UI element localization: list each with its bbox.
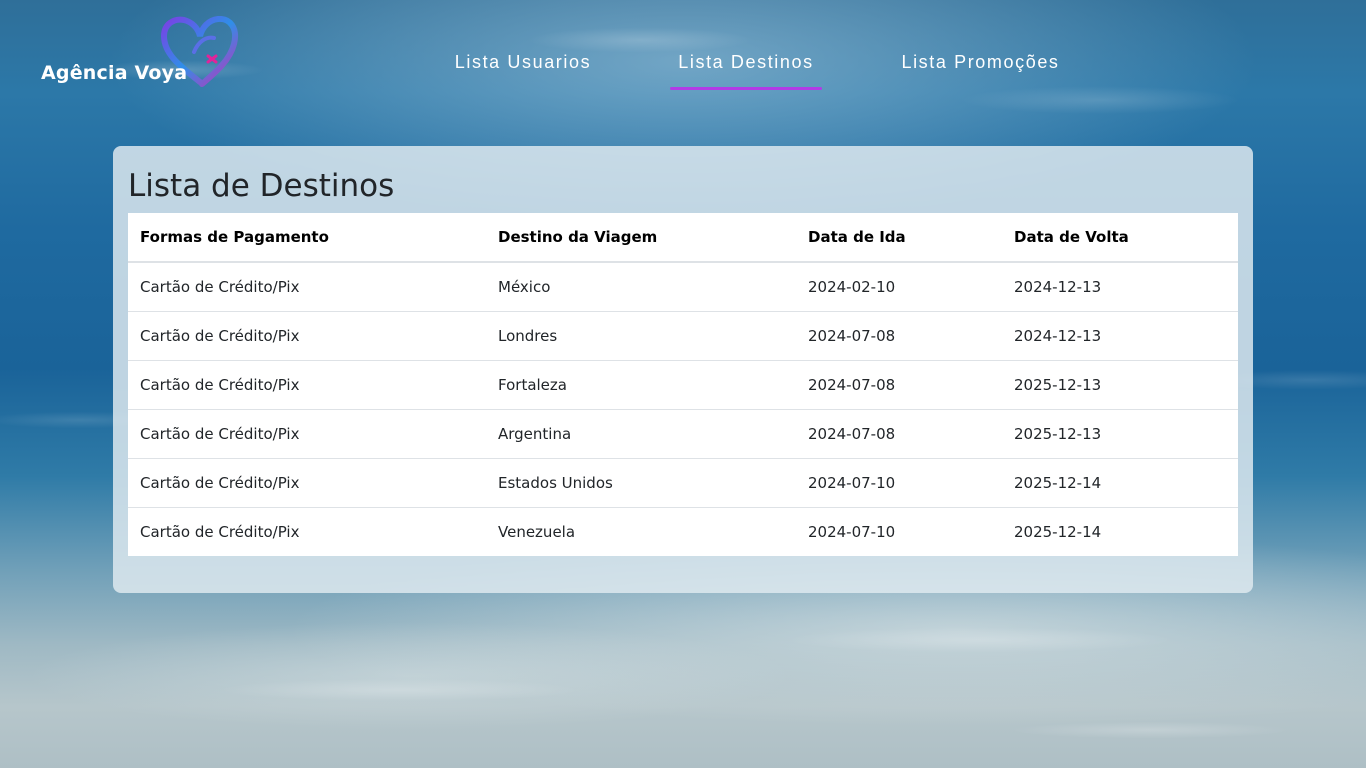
column-header-data-de-volta: Data de Volta [1002,213,1238,263]
destination-cell: Londres [486,311,796,361]
table-header-row: Formas de Pagamento Destino da Viagem Da… [128,213,1238,263]
main-nav: Lista Usuarios Lista Destinos Lista Prom… [0,0,1366,100]
destination-cell: Estados Unidos [486,458,796,508]
nav-link-lista-promocoes[interactable]: Lista Promoções [893,52,1068,90]
departure-date-cell: 2024-07-10 [796,458,1002,508]
payment-cell: Cartão de Crédito/Pix [128,360,486,410]
column-header-data-de-ida: Data de Ida [796,213,1002,263]
payment-cell: Cartão de Crédito/Pix [128,458,486,508]
return-date-cell: 2025-12-13 [1002,409,1238,459]
destination-cell: Venezuela [486,507,796,556]
payment-cell: Cartão de Crédito/Pix [128,311,486,361]
destinations-table: Formas de Pagamento Destino da Viagem Da… [128,213,1238,556]
payment-cell: Cartão de Crédito/Pix [128,409,486,459]
nav-link-lista-usuarios[interactable]: Lista Usuarios [447,52,599,90]
column-header-formas-de-pagamento: Formas de Pagamento [128,213,486,263]
payment-cell: Cartão de Crédito/Pix [128,507,486,556]
table-row: Cartão de Crédito/Pix Londres 2024-07-08… [128,311,1238,361]
table-row: Cartão de Crédito/Pix Argentina 2024-07-… [128,409,1238,459]
table-row: Cartão de Crédito/Pix Estados Unidos 202… [128,458,1238,508]
departure-date-cell: 2024-02-10 [808,278,896,296]
nav-link-lista-destinos[interactable]: Lista Destinos [670,52,822,90]
page-title: Lista de Destinos [128,168,395,204]
site-header: Agência Voya Lista Usuarios Lista Destin… [0,0,1366,120]
return-date-cell: 2024-12-13 [1014,278,1102,296]
return-date-cell: 2024-12-13 [1002,311,1238,361]
destination-cell: Argentina [486,409,796,459]
departure-date-cell: 2024-07-10 [796,507,1002,556]
departure-date-cell: 2024-07-08 [796,360,1002,410]
table-row: Cartão de Crédito/Pix Venezuela 2024-07-… [128,507,1238,556]
return-date-cell: 2025-12-14 [1002,507,1238,556]
return-date-cell: 2025-12-13 [1002,360,1238,410]
departure-date-cell: 2024-07-08 [796,311,1002,361]
destination-cell: México [498,278,551,296]
destinations-panel: Lista de Destinos Formas de Pagamento De… [113,146,1253,593]
payment-cell: Cartão de Crédito/Pix [140,278,300,296]
return-date-cell: 2025-12-14 [1002,458,1238,508]
table-row: Cartão de Crédito/Pix Fortaleza 2024-07-… [128,360,1238,410]
destination-cell: Fortaleza [486,360,796,410]
column-header-destino-da-viagem: Destino da Viagem [486,213,796,263]
table-row: Cartão de Crédito/Pix México 2024-02-10 … [128,262,1238,312]
departure-date-cell: 2024-07-08 [796,409,1002,459]
